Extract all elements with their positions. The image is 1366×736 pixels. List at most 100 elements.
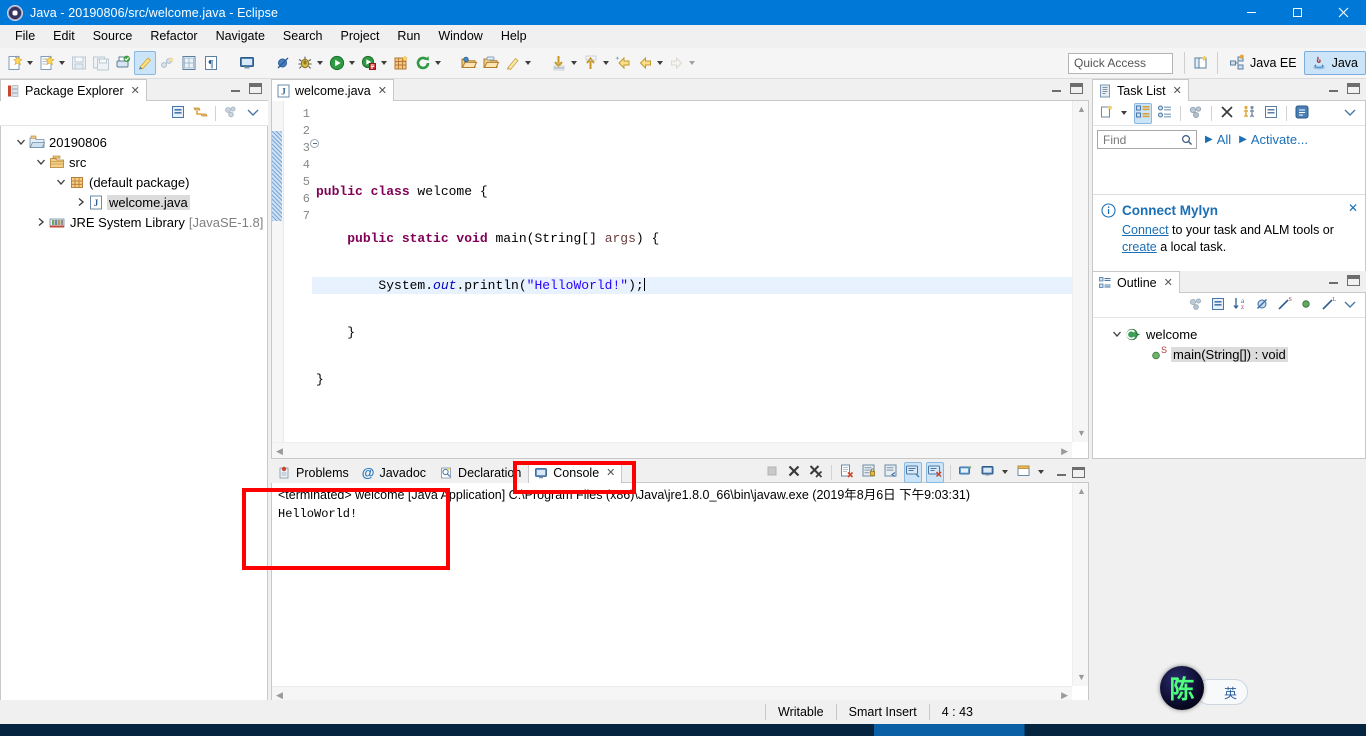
pin-console-icon[interactable] — [926, 461, 944, 483]
editor-body[interactable]: 1 2 3 4 5 6 7 public class welcome { pub… — [271, 101, 1089, 459]
debug-dropdown-icon[interactable] — [317, 61, 323, 65]
chevron-down-icon-console-2[interactable] — [1038, 470, 1044, 474]
filter-all-arrow-icon[interactable]: ▶ — [1205, 134, 1213, 145]
categorized-icon[interactable] — [1134, 102, 1152, 124]
new-wizard-dropdown-icon[interactable] — [27, 61, 33, 65]
maximize-package-explorer-button[interactable] — [249, 83, 262, 94]
hide-local-icon[interactable]: L — [1319, 295, 1337, 316]
tab-welcome-java[interactable]: J welcome.java ✕ — [271, 79, 394, 101]
maximize-console-button[interactable] — [1072, 466, 1085, 478]
minimize-window-button[interactable] — [1228, 0, 1274, 25]
menu-navigate[interactable]: Navigate — [207, 26, 274, 46]
open-console-icon[interactable] — [1015, 462, 1033, 483]
refresh-button[interactable] — [412, 51, 434, 75]
open-perspective-button[interactable] — [1190, 51, 1212, 75]
edit-button[interactable] — [502, 51, 524, 75]
synchronize-icon[interactable] — [1293, 103, 1311, 124]
tab-package-explorer[interactable]: Package Explorer ✕ — [0, 79, 147, 101]
link-with-editor-icon[interactable] — [191, 103, 209, 124]
tab-task-list[interactable]: Task List ✕ — [1092, 79, 1189, 101]
tab-declaration[interactable]: Declaration — [433, 461, 529, 483]
previous-annotation-button[interactable] — [580, 51, 602, 75]
hide-static-icon[interactable]: S — [1275, 295, 1293, 316]
pilcrow-button[interactable]: ¶ — [200, 51, 222, 75]
maximize-outline-button[interactable] — [1347, 275, 1360, 286]
tab-console[interactable]: Console ✕ — [528, 461, 623, 483]
menu-edit[interactable]: Edit — [44, 26, 84, 46]
scroll-down-arrow-icon[interactable]: ▼ — [1077, 429, 1086, 438]
perspective-java[interactable]: Java — [1303, 51, 1366, 75]
focus-icon-outline[interactable] — [1187, 295, 1205, 316]
close-window-button[interactable] — [1320, 0, 1366, 25]
new-wizard-button[interactable] — [4, 51, 26, 75]
filter-activate-arrow-icon[interactable]: ▶ — [1239, 134, 1247, 145]
link-button[interactable] — [156, 51, 178, 75]
chevron-down-icon-tasklist[interactable] — [1121, 111, 1127, 115]
collapse-arrow-icon[interactable] — [73, 194, 89, 210]
forward-dropdown-icon[interactable] — [689, 61, 695, 65]
ime-mode-pill[interactable]: 英 — [1196, 679, 1248, 705]
close-task-list-icon[interactable]: ✕ — [1173, 84, 1182, 97]
maximize-window-button[interactable] — [1274, 0, 1320, 25]
menu-file[interactable]: File — [6, 26, 44, 46]
close-package-explorer-icon[interactable]: ✕ — [131, 84, 140, 97]
debug-button[interactable] — [294, 51, 316, 75]
console-scroll-left-arrow-icon[interactable]: ◀ — [276, 691, 283, 700]
previous-annotation-dropdown-icon[interactable] — [603, 61, 609, 65]
code-content[interactable]: public class welcome { public static voi… — [312, 101, 1072, 442]
collapse-all-icon-tasklist[interactable] — [1262, 103, 1280, 124]
new-console-button[interactable] — [236, 51, 258, 75]
menu-window[interactable]: Window — [429, 26, 491, 46]
menu-search[interactable]: Search — [274, 26, 332, 46]
scheduled-icon[interactable] — [1156, 103, 1174, 124]
skip-all-breakpoints-button[interactable] — [272, 51, 294, 75]
menu-help[interactable]: Help — [492, 26, 536, 46]
new-package-button[interactable] — [390, 51, 412, 75]
tree-item-project[interactable]: 20190806 — [7, 132, 267, 152]
outline-item-class[interactable]: welcome — [1099, 324, 1365, 344]
close-editor-tab-icon[interactable]: ✕ — [378, 84, 387, 97]
new-task-icon[interactable] — [1098, 103, 1116, 124]
minimize-outline-button[interactable] — [1327, 275, 1340, 286]
tree-item-default-package[interactable]: (default package) — [7, 172, 267, 192]
close-console-tab-icon[interactable]: ✕ — [606, 466, 615, 479]
chevron-down-icon-console[interactable] — [1002, 470, 1008, 474]
tab-javadoc[interactable]: @ Javadoc — [355, 461, 434, 483]
minimize-task-list-button[interactable] — [1327, 83, 1340, 94]
run-coverage-button[interactable] — [358, 51, 380, 75]
open-type-button[interactable] — [178, 51, 200, 75]
collapse-all-icon-outline[interactable] — [1209, 295, 1227, 316]
menu-source[interactable]: Source — [84, 26, 142, 46]
back-button[interactable] — [634, 51, 656, 75]
focus-icon[interactable] — [1187, 103, 1205, 124]
editor-horizontal-scrollbar[interactable]: ◀ ▶ — [272, 442, 1072, 458]
toggle-mark-occurrences-button[interactable] — [134, 51, 156, 75]
filter-icon[interactable] — [1218, 103, 1236, 124]
filter-all-label[interactable]: All — [1217, 132, 1231, 147]
new-java-project-dropdown-icon[interactable] — [59, 61, 65, 65]
back-dropdown-icon[interactable] — [657, 61, 663, 65]
outline-item-method[interactable]: S main(String[]) : void — [1099, 344, 1365, 364]
show-console-icon[interactable] — [904, 461, 922, 483]
find-input[interactable]: Find — [1103, 133, 1126, 147]
filter-activate-label[interactable]: Activate... — [1251, 132, 1308, 147]
hide-fields-icon[interactable] — [1253, 295, 1271, 316]
remove-all-launches-icon[interactable] — [807, 462, 825, 483]
minimize-console-button[interactable] — [1055, 467, 1068, 478]
minimize-package-explorer-button[interactable] — [229, 83, 242, 94]
save-all-button[interactable] — [90, 51, 112, 75]
sort-icon[interactable]: az — [1231, 295, 1249, 316]
last-edit-location-button[interactable] — [612, 51, 634, 75]
maximize-editor-button[interactable] — [1070, 83, 1083, 94]
scroll-left-arrow-icon[interactable]: ◀ — [276, 447, 283, 456]
menu-project[interactable]: Project — [332, 26, 389, 46]
quick-access-input[interactable]: Quick Access — [1068, 52, 1174, 74]
run-button[interactable] — [326, 51, 348, 75]
display-selected-console-icon[interactable] — [979, 462, 997, 483]
ime-logo[interactable]: 陈 — [1160, 666, 1204, 710]
edit-dropdown-icon[interactable] — [525, 61, 531, 65]
restore-icon[interactable] — [1240, 103, 1258, 124]
maximize-task-list-button[interactable] — [1347, 83, 1360, 94]
chevron-down-icon[interactable] — [244, 103, 262, 124]
tree-item-jre-library[interactable]: JRE System Library [JavaSE-1.8] — [7, 212, 267, 232]
